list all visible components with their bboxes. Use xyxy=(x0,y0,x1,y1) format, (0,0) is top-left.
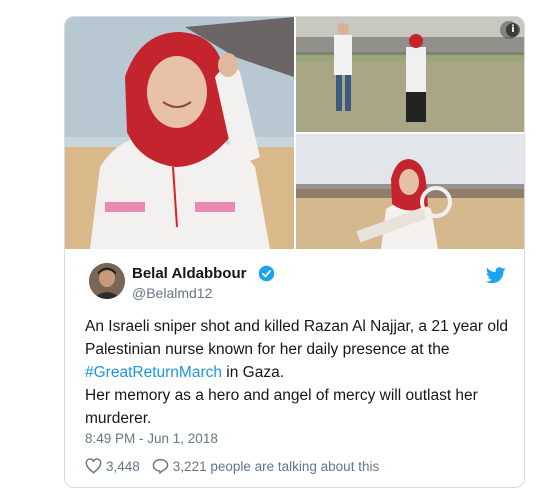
tweet-timestamp[interactable]: 8:49 PM - Jun 1, 2018 xyxy=(85,431,218,446)
author-handle[interactable]: @Belalmd12 xyxy=(132,285,212,301)
heart-icon[interactable] xyxy=(85,458,102,474)
author-name[interactable]: Belal Aldabbour xyxy=(132,265,246,282)
tweet-text-line2: Her memory as a hero and angel of mercy … xyxy=(85,387,478,427)
speech-bubble-icon[interactable] xyxy=(152,458,169,474)
photo-nurse-field[interactable] xyxy=(296,134,524,249)
tweet-text: An Israeli sniper shot and killed Razan … xyxy=(85,315,515,430)
photo-field-crowd[interactable]: i xyxy=(296,17,524,132)
verified-badge-icon xyxy=(258,265,275,282)
twitter-bird-icon[interactable] xyxy=(486,267,506,284)
tweet-actions: 3,448 3,221 people are talking about thi… xyxy=(85,458,379,474)
hashtag-link[interactable]: #GreatReturnMarch xyxy=(85,364,222,381)
info-icon[interactable]: i xyxy=(506,23,520,37)
tweet-text-line1-end: in Gaza. xyxy=(221,364,285,381)
author-avatar[interactable] xyxy=(89,263,125,299)
talking-about-link[interactable]: 3,221 people are talking about this xyxy=(173,459,379,474)
embedded-tweet-card[interactable]: i Belal Aldabbour @Belalmd12 An Israeli … xyxy=(64,16,525,488)
photo-nurse-portrait[interactable] xyxy=(65,17,294,249)
like-count[interactable]: 3,448 xyxy=(106,459,140,474)
tweet-text-line1: An Israeli sniper shot and killed Razan … xyxy=(85,318,509,358)
tweet-header: Belal Aldabbour @Belalmd12 xyxy=(65,249,524,309)
tweet-media-grid[interactable]: i xyxy=(65,17,524,249)
